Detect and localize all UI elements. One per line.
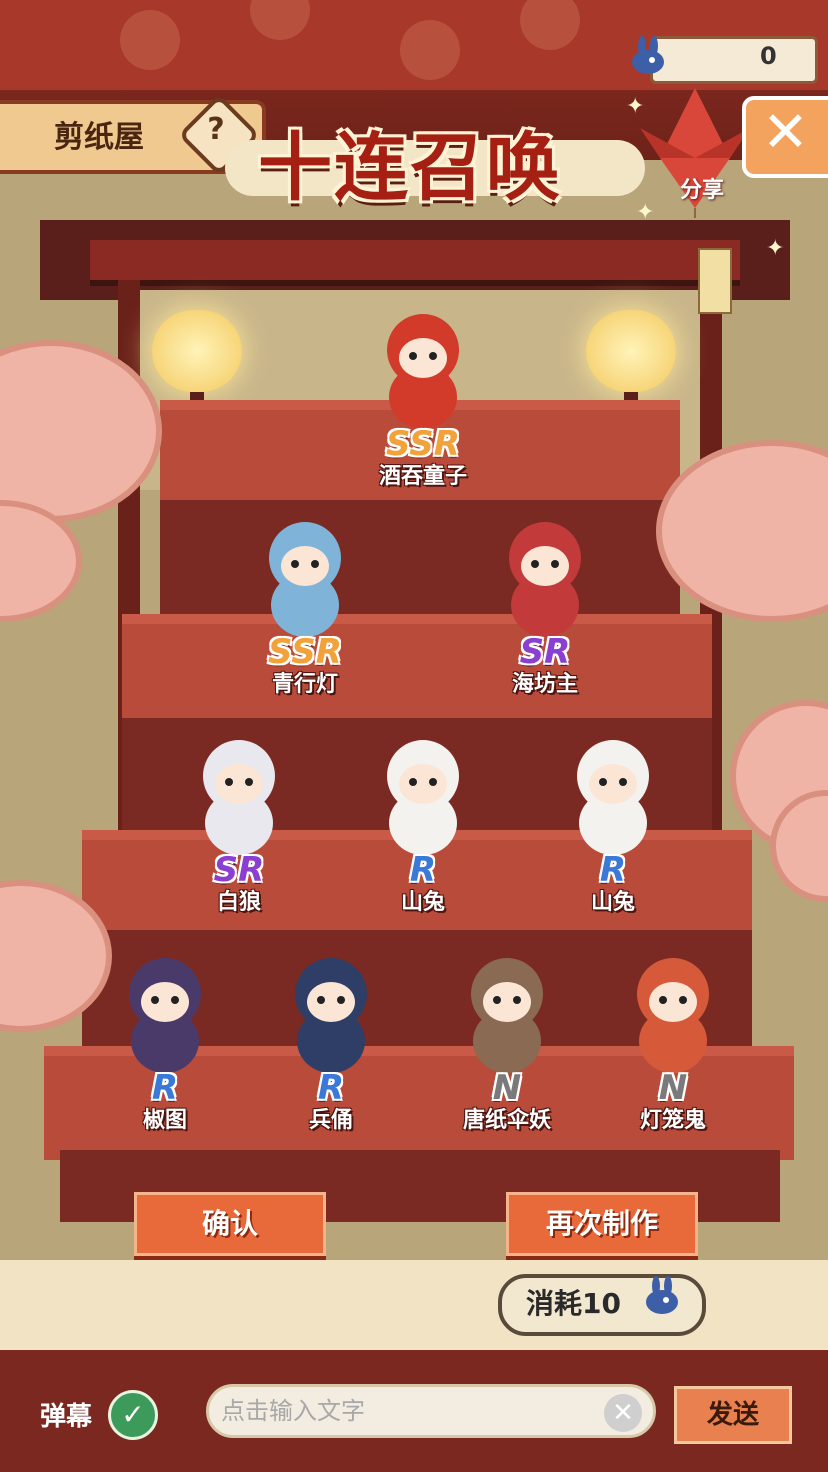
character-card[interactable]: N 唐纸伞妖 — [432, 936, 582, 1133]
flower-pattern — [520, 0, 580, 50]
clear-input-icon[interactable]: ✕ — [604, 1394, 642, 1432]
character-portrait — [295, 958, 367, 1073]
character-card[interactable]: SR 白狼 — [164, 718, 314, 915]
character-name: 椒图 — [142, 1108, 187, 1133]
lantern — [152, 310, 242, 392]
currency-value: 0 — [760, 42, 777, 70]
question-icon[interactable]: ? — [201, 112, 231, 147]
character-name: 海坊主 — [511, 672, 578, 697]
close-icon[interactable]: ✕ — [762, 100, 809, 165]
flower-pattern — [400, 20, 460, 80]
character-portrait — [471, 958, 543, 1073]
character-name: 灯笼鬼 — [639, 1108, 706, 1133]
character-name: 山兔 — [400, 890, 445, 915]
sparkle-icon: ✦ — [636, 200, 655, 225]
character-name: 白狼 — [216, 890, 261, 915]
paper-rabbit-icon — [632, 36, 664, 74]
flower-pattern — [250, 0, 310, 40]
confirm-button[interactable]: 确认 — [134, 1192, 326, 1256]
hanging-paper-tag — [698, 248, 732, 314]
share-button[interactable]: 分享 — [680, 172, 724, 204]
paper-house-label: 剪纸屋 — [54, 120, 144, 155]
page-title: 十连召唤 — [258, 125, 562, 211]
danmu-toggle-check-icon[interactable]: ✓ — [108, 1390, 158, 1440]
character-name: 酒吞童子 — [378, 464, 467, 489]
character-portrait — [509, 522, 581, 637]
character-portrait — [269, 522, 341, 637]
shrine-beam — [90, 240, 740, 286]
paper-rabbit-icon — [646, 1276, 678, 1314]
cost-label: 消耗10 — [526, 1287, 621, 1320]
summon-again-button[interactable]: 再次制作 — [506, 1192, 698, 1256]
flower-pattern — [120, 10, 180, 70]
sparkle-icon: ✦ — [766, 236, 785, 261]
character-name: 山兔 — [590, 890, 635, 915]
character-portrait — [387, 740, 459, 855]
character-name: 唐纸伞妖 — [462, 1108, 551, 1133]
character-name: 青行灯 — [271, 672, 338, 697]
sparkle-icon: ✦ — [626, 94, 645, 119]
character-portrait — [577, 740, 649, 855]
character-card[interactable]: R 兵俑 — [256, 936, 406, 1133]
character-portrait — [203, 740, 275, 855]
character-card[interactable]: R 山兔 — [538, 718, 688, 915]
character-card[interactable]: SR 海坊主 — [470, 500, 620, 697]
summon-result-screen: 剪纸屋 ? 十连召唤 0 分享 ✕ ✦ ✦ ✦ SSR 酒吞童子 SSR 青行灯 SR 海… — [0, 0, 828, 1472]
lantern — [586, 310, 676, 392]
character-portrait — [129, 958, 201, 1073]
send-button[interactable]: 发送 — [674, 1386, 792, 1444]
character-card[interactable]: SSR 青行灯 — [230, 500, 380, 697]
character-name: 兵俑 — [308, 1108, 353, 1133]
character-card[interactable]: SSR 酒吞童子 — [348, 292, 498, 489]
character-card[interactable]: R 山兔 — [348, 718, 498, 915]
display-tier-2 — [122, 614, 712, 728]
character-card[interactable]: R 椒图 — [90, 936, 240, 1133]
currency-counter — [650, 36, 818, 84]
danmu-input[interactable] — [206, 1384, 656, 1438]
character-portrait — [387, 314, 459, 429]
character-card[interactable]: N 灯笼鬼 — [598, 936, 748, 1133]
character-portrait — [637, 958, 709, 1073]
danmu-label: 弹幕 — [40, 1402, 93, 1432]
